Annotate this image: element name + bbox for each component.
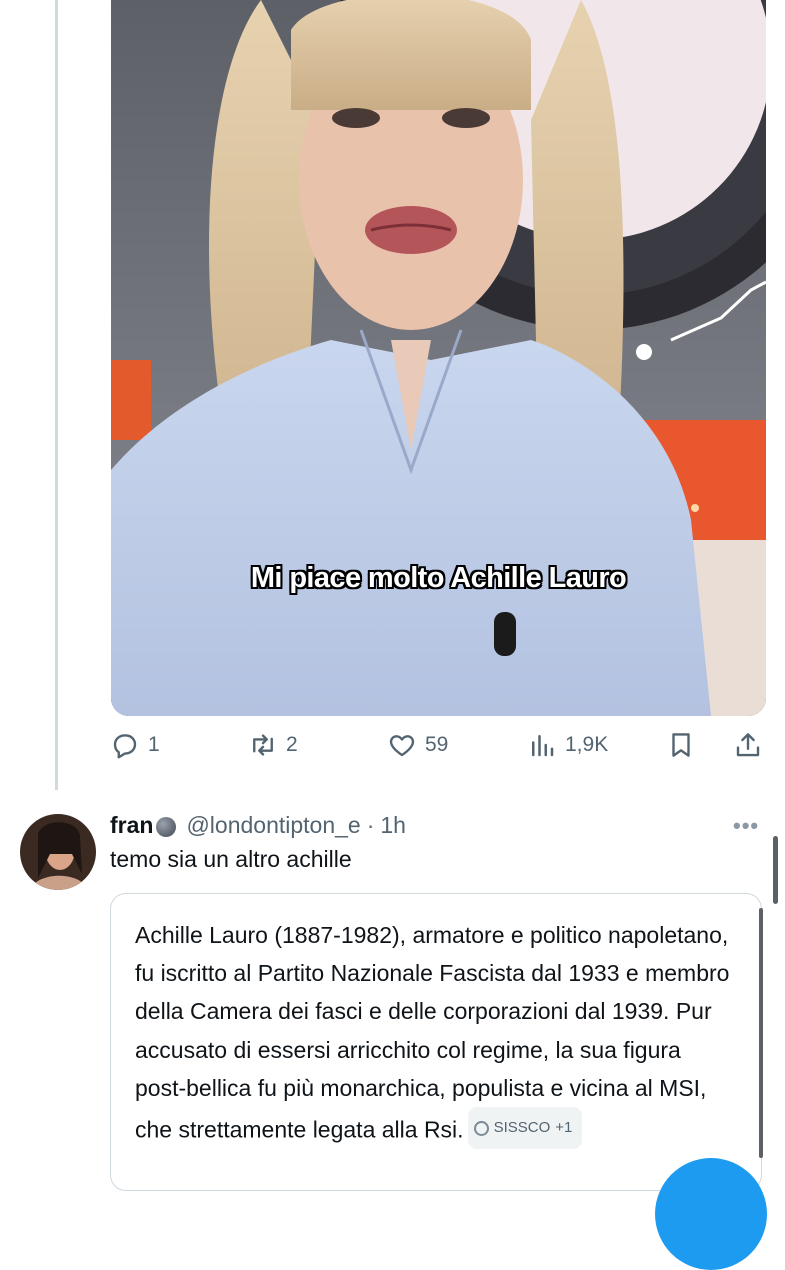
video-subtitle: Mi piace molto Achille Lauro [250, 562, 627, 594]
tweet-actions: 1 2 59 1,9K [0, 730, 785, 770]
compose-button[interactable] [655, 1158, 767, 1270]
like-button[interactable]: 59 [387, 730, 448, 760]
video-frame [111, 0, 766, 716]
note-source-badge[interactable]: SISSCO +1 [467, 1107, 583, 1150]
thread-connector-line [55, 0, 58, 790]
bookmark-button[interactable] [666, 730, 696, 760]
reply-text: temo sia un altro achille [110, 846, 352, 872]
share-icon [736, 733, 760, 757]
note-source: SISSCO [493, 1119, 551, 1137]
retweet-button[interactable]: 2 [248, 730, 298, 760]
reply-header: fran @londontipton_e · 1h [110, 812, 406, 839]
display-name[interactable]: fran [110, 812, 153, 839]
views-count: 1,9K [565, 733, 609, 756]
globe-icon [473, 1120, 489, 1136]
note-source-extra: +1 [555, 1119, 573, 1137]
reply-timestamp[interactable]: 1h [380, 812, 406, 839]
more-icon[interactable]: ••• [733, 813, 759, 839]
reply-button[interactable]: 1 [110, 730, 160, 760]
community-note-card[interactable]: Achille Lauro (1887-1982), armatore e po… [110, 893, 762, 1191]
retweet-icon [253, 734, 273, 756]
avatar-image [20, 814, 96, 890]
note-body: Achille Lauro (1887-1982), armatore e po… [135, 922, 730, 1143]
views-icon [532, 735, 554, 757]
avatar[interactable] [20, 814, 96, 890]
like-count: 59 [425, 733, 449, 756]
user-handle[interactable]: @londontipton_e [186, 812, 360, 839]
views-button[interactable]: 1,9K [527, 730, 608, 760]
video-player[interactable]: Mi piace molto Achille Lauro [111, 0, 766, 716]
scrollbar[interactable] [773, 836, 778, 904]
bookmark-icon [672, 733, 690, 757]
reply-count: 1 [148, 733, 160, 756]
community-note-text: Achille Lauro (1887-1982), armatore e po… [135, 916, 737, 1150]
header-separator: · [366, 812, 375, 838]
moon-emoji-icon [156, 816, 177, 837]
reply-icon [113, 734, 137, 759]
card-scroll-indicator [759, 908, 763, 1158]
heart-icon [389, 735, 415, 757]
retweet-count: 2 [286, 733, 298, 756]
share-button[interactable] [733, 730, 763, 760]
